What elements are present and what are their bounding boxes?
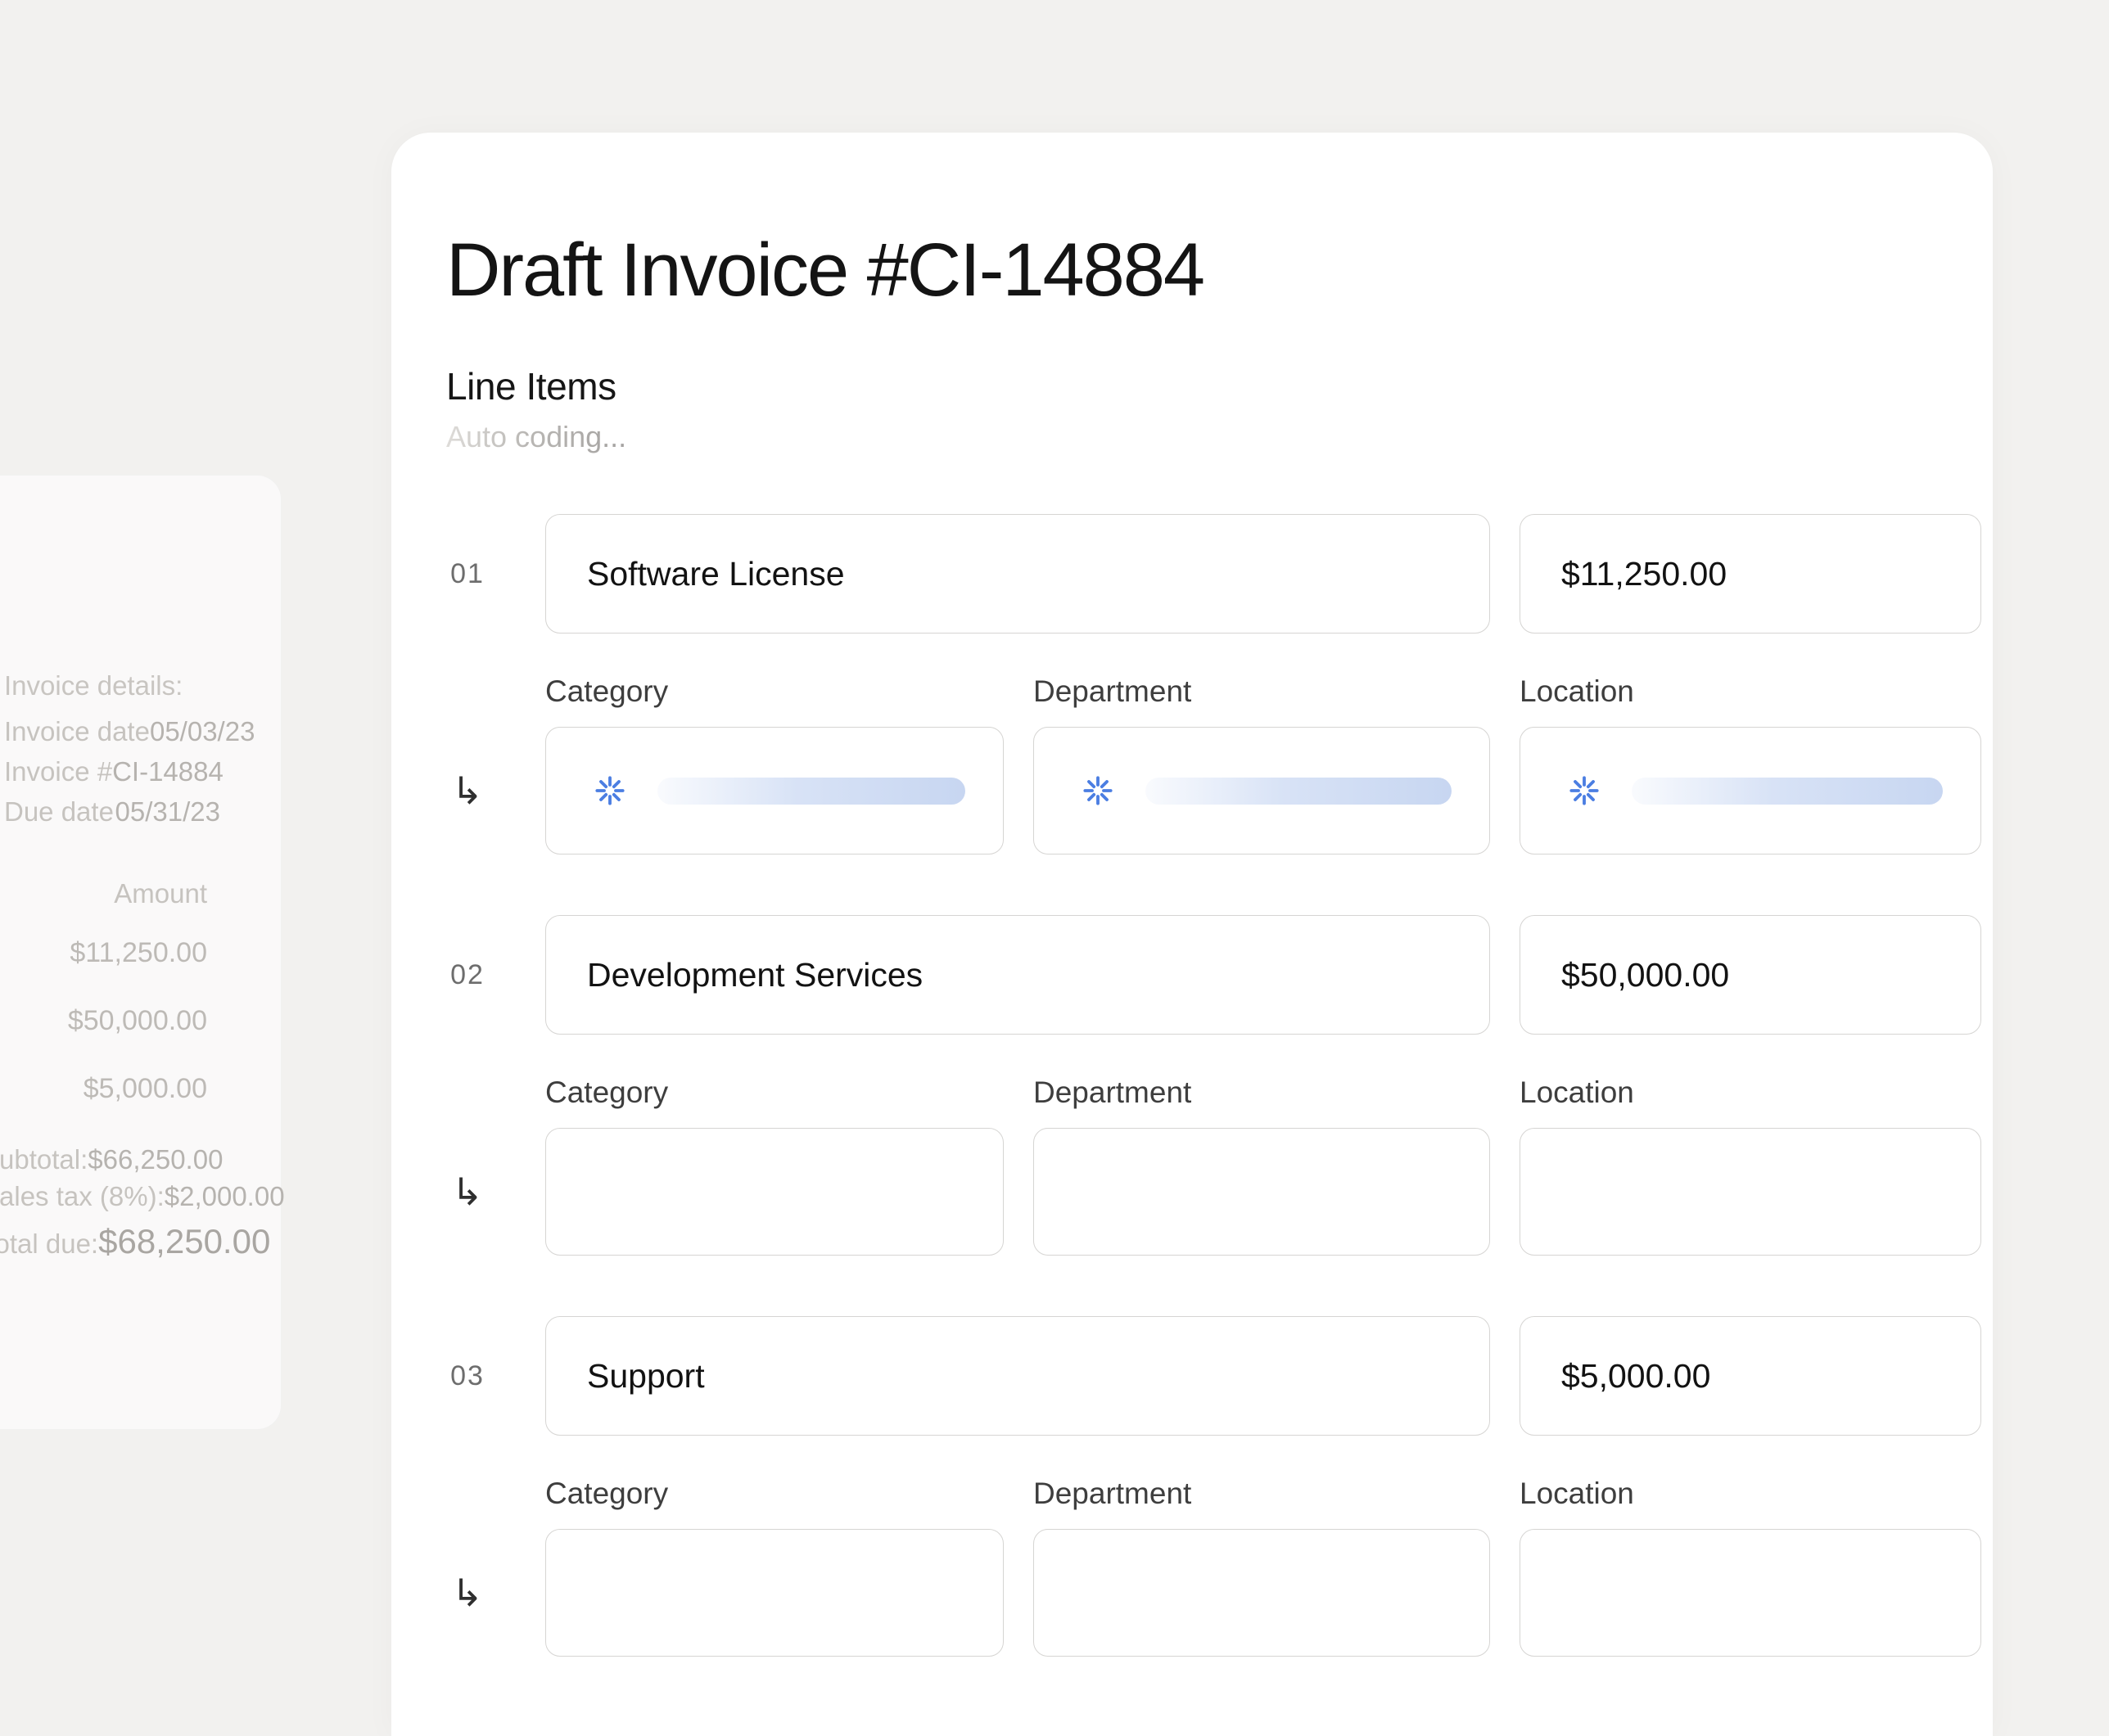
total-due-row: Total due: $68,250.00 <box>0 1222 220 1261</box>
line-item: 01 Software License $11,250.00 Category … <box>391 514 1993 854</box>
draft-invoice-card: Draft Invoice #CI-14884 Line Items Auto … <box>391 133 1993 1736</box>
description-input[interactable]: Support <box>545 1316 1490 1436</box>
amount-input[interactable]: $11,250.00 <box>1520 514 1981 634</box>
invoice-date-value: 05/03/23 <box>150 716 255 747</box>
line-items-list: 01 Software License $11,250.00 Category … <box>391 514 1993 1657</box>
due-date-row: Due date 05/31/23 <box>4 796 220 827</box>
department-label: Department <box>1033 1477 1490 1511</box>
description-input[interactable]: Development Services <box>545 915 1490 1035</box>
department-label: Department <box>1033 674 1490 709</box>
spark-loading-icon <box>594 774 626 807</box>
amount-value: $5,000.00 <box>1561 1357 1710 1396</box>
category-label: Category <box>545 1075 1004 1110</box>
line-item-number: 03 <box>450 1360 516 1392</box>
invoice-number-row: Invoice # CI-14884 <box>4 756 220 787</box>
page-title: Draft Invoice #CI-14884 <box>446 229 1993 312</box>
line-item-number: 02 <box>450 959 516 991</box>
invoice-number-label: Invoice # <box>4 756 112 787</box>
amount-value: $5,000.00 <box>4 1073 220 1105</box>
description-value: Support <box>587 1357 705 1396</box>
spark-loading-icon <box>1082 774 1114 807</box>
department-label: Department <box>1033 1075 1490 1110</box>
line-item-number: 01 <box>450 558 516 590</box>
category-label: Category <box>545 1477 1004 1511</box>
line-items-heading: Line Items <box>446 364 1993 408</box>
loading-shimmer <box>657 778 965 805</box>
location-input[interactable] <box>1520 727 1981 854</box>
auto-coding-status: Auto coding... <box>446 420 626 454</box>
description-value: Development Services <box>587 956 923 994</box>
line-item: 02 Development Services $50,000.00 Categ… <box>391 915 1993 1256</box>
loading-shimmer <box>1632 778 1943 805</box>
amount-input[interactable]: $5,000.00 <box>1520 1316 1981 1436</box>
subtotal-value: $66,250.00 <box>88 1144 223 1175</box>
amount-value: $11,250.00 <box>1561 555 1727 593</box>
amount-value: $50,000.00 <box>1561 956 1729 994</box>
description-input[interactable]: Software License <box>545 514 1490 634</box>
location-label: Location <box>1520 674 1981 709</box>
invoice-number-value: CI-14884 <box>112 756 224 787</box>
category-input[interactable] <box>545 1529 1004 1657</box>
subtotal-label: Subtotal: <box>0 1144 88 1175</box>
spark-loading-icon <box>1568 774 1601 807</box>
background-invoice-panel: Invoice details: Invoice date 05/03/23 I… <box>0 475 282 1430</box>
subtotal-row: Subtotal: $66,250.00 <box>0 1144 220 1175</box>
department-input[interactable] <box>1033 727 1490 854</box>
line-item: 03 Support $5,000.00 Category Department… <box>391 1316 1993 1657</box>
location-label: Location <box>1520 1075 1981 1110</box>
invoice-date-label: Invoice date <box>4 716 150 747</box>
return-arrow-icon: ↳ <box>451 772 516 809</box>
sales-tax-label: Sales tax (8%): <box>0 1181 165 1212</box>
invoice-date-row: Invoice date 05/03/23 <box>4 716 220 747</box>
loading-shimmer <box>1145 778 1452 805</box>
due-date-value: 05/31/23 <box>115 796 220 827</box>
department-input[interactable] <box>1033 1529 1490 1657</box>
description-value: Software License <box>587 555 845 593</box>
return-arrow-icon: ↳ <box>451 1574 516 1612</box>
location-input[interactable] <box>1520 1128 1981 1256</box>
category-input[interactable] <box>545 1128 1004 1256</box>
return-arrow-icon: ↳ <box>451 1173 516 1211</box>
sales-tax-row: Sales tax (8%): $2,000.00 <box>0 1181 220 1212</box>
category-input[interactable] <box>545 727 1004 854</box>
totals-block: Subtotal: $66,250.00 Sales tax (8%): $2,… <box>0 1144 220 1261</box>
amount-value: $50,000.00 <box>4 1005 220 1037</box>
location-input[interactable] <box>1520 1529 1981 1657</box>
due-date-label: Due date <box>4 796 114 827</box>
total-due-value: $68,250.00 <box>98 1222 270 1261</box>
sales-tax-value: $2,000.00 <box>165 1181 285 1212</box>
category-label: Category <box>545 674 1004 709</box>
amount-input[interactable]: $50,000.00 <box>1520 915 1981 1035</box>
amount-value: $11,250.00 <box>4 937 220 969</box>
location-label: Location <box>1520 1477 1981 1511</box>
total-due-label: Total due: <box>0 1229 98 1260</box>
department-input[interactable] <box>1033 1128 1490 1256</box>
invoice-details-title: Invoice details: <box>4 670 220 701</box>
amount-column-header: Amount <box>4 878 220 909</box>
